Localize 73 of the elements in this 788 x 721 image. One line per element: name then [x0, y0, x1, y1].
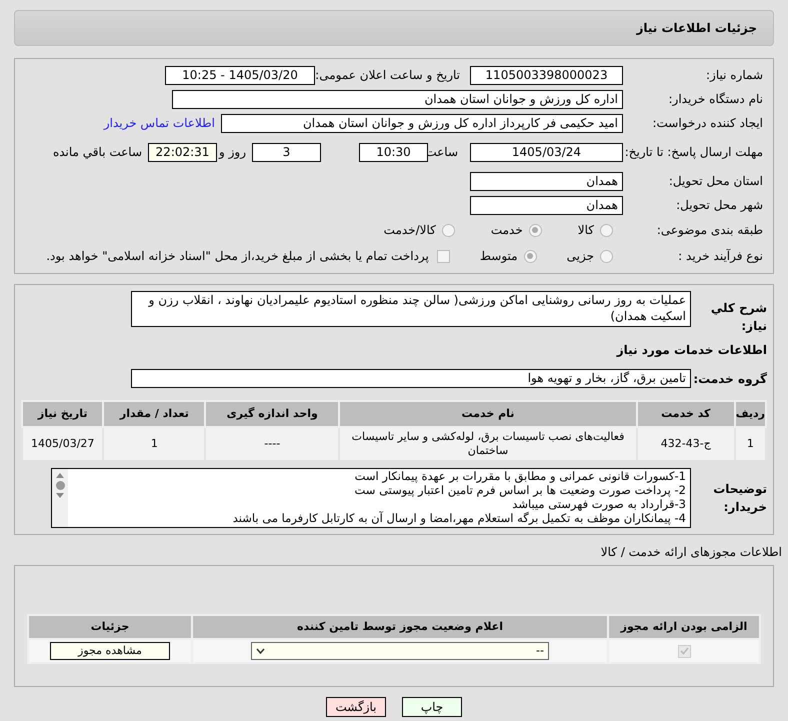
text-field[interactable]: امید حکیمی فر کارپرداز اداره کل ورزش و جوانان استان همدان — [221, 114, 623, 132]
field-label: نوع فرآیند خرید : — [677, 248, 763, 265]
field-label: ساعت باقي مانده — [52, 144, 142, 161]
field-label: شماره نیاز: — [705, 67, 763, 84]
radio-label: خدمت — [490, 222, 523, 239]
field-label: نام دستگاه خریدار: — [668, 91, 763, 108]
scroll-down-icon[interactable] — [56, 493, 64, 498]
field-label: تاریخ و ساعت اعلان عمومی: — [315, 67, 460, 84]
scroll-thumb-icon[interactable] — [56, 481, 64, 490]
table-cell: ج-43-432 — [636, 427, 735, 461]
column-header: کد خدمت — [636, 401, 735, 427]
table-cell: 1405/03/27 — [22, 427, 104, 461]
radio-label: کالا/خدمت — [384, 222, 436, 239]
radio-button[interactable] — [600, 250, 613, 262]
checkbox-label: پرداخت تمام یا بخشی از مبلغ خرید،از محل "اسناد خزانه اسلامی" خواهد بود. — [46, 248, 429, 265]
field-label: شرح كلي نياز: — [710, 300, 767, 335]
radio-label: متوسط — [480, 248, 518, 265]
radio-button[interactable] — [528, 224, 542, 236]
radio-button[interactable] — [524, 250, 537, 262]
column-header: جزئیات — [28, 615, 192, 639]
column-header: تاریخ نیاز — [22, 401, 104, 427]
text-field[interactable]: تامین برق، گاز، بخار و تهویه هوا — [131, 369, 691, 388]
field-label: شهر محل تحویل: — [675, 197, 763, 214]
checkbox[interactable] — [436, 250, 450, 262]
text-field[interactable]: همدان — [470, 196, 623, 214]
field-label: مهلت ارسال پاسخ: تا تاریخ: — [624, 145, 763, 159]
status-dropdown[interactable]: -- — [251, 642, 549, 660]
contact-link[interactable]: اطلاعات تماس خریدار — [104, 114, 215, 132]
note-line: 1-کسورات قانونی عمرانی و مطابق با مقررات بر عهدة پیمانکار است — [354, 469, 686, 483]
radio-button[interactable] — [600, 224, 613, 236]
table-cell: 1 — [103, 427, 206, 461]
chevron-down-icon — [256, 648, 265, 654]
text-field[interactable]: 3 — [252, 142, 321, 162]
note-line: 3-قرارداد به صورت فهرستی میباشد — [511, 497, 686, 511]
table-cell: 1 — [734, 427, 766, 461]
note-line: 2- پرداخت صورت وضعیت ها بر اساس فرم تامین اعتبار پیوستی ست — [354, 483, 686, 497]
radio-label: جزیی — [566, 248, 594, 265]
field-label: گروه خدمت: — [692, 370, 767, 388]
radio-button[interactable] — [442, 224, 455, 236]
text-field[interactable]: 10:30 — [359, 142, 428, 162]
back-button[interactable]: بازگشت — [326, 697, 386, 717]
note-line: 4- پیمانکاران موظف به تکمیل برگه استعلام مهر،امضا و ارسال آن به کارتابل کارفرما می باشند — [232, 511, 686, 525]
scrollbar[interactable] — [52, 469, 68, 527]
column-header: ردیف — [734, 401, 766, 427]
field-label: استان محل تحویل: — [668, 173, 763, 190]
table-cell: ---- — [205, 427, 340, 461]
text-field[interactable]: 22:02:31 — [148, 142, 217, 162]
text-area[interactable]: عملیات به روز رسانی روشنایی اماکن ورزشی( سالن چند منظوره استادیوم علیمرادیان نهاوند ، انقلاب رزن و اسکیت همدان) — [131, 291, 691, 327]
column-header: اعلام وضعیت مجوز توسط تامین کننده — [192, 615, 608, 639]
column-header: تعداد / مقدار — [103, 401, 206, 427]
section-heading: اطلاعات خدمات مورد نیاز — [615, 342, 767, 359]
text-field[interactable]: 1405/03/24 — [470, 142, 623, 162]
text-field[interactable]: اداره کل ورزش و جوانان استان همدان — [172, 90, 623, 108]
page-title: جزئیات اطلاعات نیاز — [636, 20, 757, 37]
checkbox[interactable] — [678, 644, 690, 658]
field-label: طبقه بندی موضوعی: — [656, 222, 763, 239]
text-field[interactable]: همدان — [470, 172, 623, 190]
radio-label: کالا — [578, 222, 594, 239]
field-label: توضیحات خریدار: — [712, 481, 767, 516]
view-permit-button[interactable]: مشاهده مجوز — [50, 642, 170, 660]
text-area[interactable] — [51, 468, 691, 528]
column-header: نام خدمت — [339, 401, 637, 427]
check-icon — [680, 647, 688, 655]
field-label: روز و — [218, 144, 246, 161]
print-button[interactable]: چاپ — [402, 697, 462, 717]
field-label: ایجاد کننده درخواست: — [651, 115, 763, 132]
scroll-up-icon[interactable] — [56, 473, 64, 478]
table-cell: فعالیت‌های نصب تاسیسات برق، لوله‌کشی و سایر تاسیسات ساختمان — [339, 427, 637, 461]
column-header: واحد اندازه گیری — [205, 401, 340, 427]
text-field[interactable]: 1405/03/20 - 10:25 — [165, 66, 315, 84]
section-title: اطلاعات مجوزهای ارائه خدمت / کالا — [600, 545, 782, 559]
column-header: الزامی بودن ارائه مجوز — [608, 615, 760, 639]
text-field[interactable]: 1105003398000023 — [470, 66, 623, 84]
